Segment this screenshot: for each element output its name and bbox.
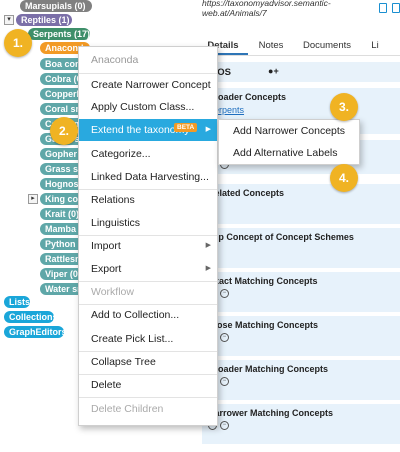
tab-notes[interactable]: Notes xyxy=(248,36,294,55)
menu-linguistics[interactable]: Linguistics xyxy=(79,212,217,234)
broader-concept-link[interactable]: Serpents xyxy=(208,105,394,115)
remove-icon[interactable]: − xyxy=(220,421,229,430)
menu-delete[interactable]: Delete xyxy=(79,374,217,396)
beta-badge: BETA xyxy=(174,123,198,132)
remove-icon[interactable]: − xyxy=(220,333,229,342)
concept-uri: https://taxonomyadvisor.semantic-web.at/… xyxy=(202,0,331,18)
section-title: Exact Matching Concepts xyxy=(208,276,318,286)
menu-create-pick-list[interactable]: Create Pick List... xyxy=(79,328,217,350)
menu-workflow: Workflow xyxy=(91,286,134,298)
tree-node-reptiles[interactable]: Reptiles (1) xyxy=(16,14,72,26)
section-title: Related Concepts xyxy=(208,188,285,198)
menu-add-narrower-concepts[interactable]: Add Narrower Concepts xyxy=(219,120,359,142)
callout-4-badge: 4. xyxy=(330,164,358,192)
subtab-bar: SKOS ●+ xyxy=(198,62,400,82)
taxonomy-tree: Marsupials (0) ▾ Reptiles (1) Serpents (… xyxy=(0,0,92,452)
callout-3-badge: 3. xyxy=(330,93,358,121)
root-grapheditors[interactable]: GraphEditors xyxy=(4,326,64,338)
copy-icon[interactable] xyxy=(378,3,387,13)
callout-2-badge: 2. xyxy=(50,117,78,145)
url-bar: https://taxonomyadvisor.semantic-web.at/… xyxy=(198,0,400,18)
tree-node-marsupials[interactable]: Marsupials (0) xyxy=(20,0,92,12)
section-related-concepts: Related Concepts xyxy=(202,184,400,224)
user-add-icon[interactable]: ●+ xyxy=(268,66,279,76)
submenu-arrow-icon: ▶ xyxy=(205,126,211,133)
menu-add-alternative-labels[interactable]: Add Alternative Labels xyxy=(219,142,359,164)
menu-apply-custom-class[interactable]: Apply Custom Class... xyxy=(79,96,217,118)
tab-documents[interactable]: Documents xyxy=(294,36,360,55)
menu-import[interactable]: Import ▶ xyxy=(79,235,217,257)
context-menu: Anaconda Create Narrower Concept Apply C… xyxy=(78,46,218,426)
section-narrower-matching: Narrower Matching Concepts ✎− xyxy=(202,404,400,444)
edit-icon[interactable] xyxy=(391,3,400,13)
section-broader-matching: Broader Matching Concepts +− xyxy=(202,360,400,400)
section-top-concept: Top Concept of Concept Schemes xyxy=(202,228,400,268)
menu-add-to-collection[interactable]: Add to Collection... xyxy=(79,304,217,326)
expand-king-cobra-toggle-icon[interactable]: ▸ xyxy=(28,194,38,204)
root-collections[interactable]: Collections xyxy=(4,311,54,323)
extend-taxonomy-submenu: Add Narrower Concepts Add Alternative La… xyxy=(218,119,360,165)
menu-linked-data-harvesting[interactable]: Linked Data Harvesting... xyxy=(79,166,217,188)
section-close-matching: Close Matching Concepts +− xyxy=(202,316,400,356)
menu-delete-children: Delete Children xyxy=(91,403,164,415)
remove-icon[interactable]: − xyxy=(220,289,229,298)
menu-title: Anaconda xyxy=(91,54,139,66)
tab-more[interactable]: Li xyxy=(360,36,390,55)
section-title: Top Concept of Concept Schemes xyxy=(208,232,354,242)
detail-tabs: Details Notes Documents Li xyxy=(198,36,400,56)
remove-icon[interactable]: − xyxy=(220,377,229,386)
section-title: Broader Concepts xyxy=(208,92,287,102)
menu-extend-taxonomy[interactable]: Extend the taxonomy BETA ▶ xyxy=(79,119,217,141)
collapse-reptiles-toggle-icon[interactable]: ▾ xyxy=(4,15,14,25)
menu-create-narrower-concept[interactable]: Create Narrower Concept xyxy=(79,74,217,96)
menu-label: Import xyxy=(91,240,121,252)
section-title: Narrower Matching Concepts xyxy=(208,408,334,418)
section-title: Close Matching Concepts xyxy=(208,320,319,330)
callout-1-badge: 1. xyxy=(4,29,32,57)
submenu-arrow-icon: ▶ xyxy=(205,265,211,272)
menu-label: Export xyxy=(91,263,122,275)
section-exact-matching: Exact Matching Concepts +− xyxy=(202,272,400,312)
submenu-arrow-icon: ▶ xyxy=(205,242,211,249)
menu-categorize[interactable]: Categorize... xyxy=(79,143,217,165)
section-title: Broader Matching Concepts xyxy=(208,364,329,374)
tree-node-serpents[interactable]: Serpents (17) xyxy=(28,28,90,40)
root-lists[interactable]: Lists xyxy=(4,296,30,308)
concept-details-panel: https://taxonomyadvisor.semantic-web.at/… xyxy=(198,0,400,452)
menu-relations[interactable]: Relations xyxy=(79,189,217,211)
menu-export[interactable]: Export ▶ xyxy=(79,258,217,280)
menu-collapse-tree[interactable]: Collapse Tree xyxy=(79,351,217,373)
plus-label: + xyxy=(273,66,279,76)
